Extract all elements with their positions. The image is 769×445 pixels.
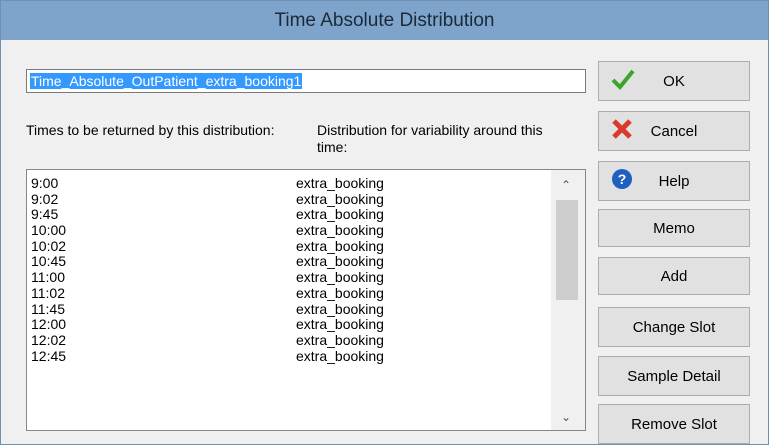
title-bar[interactable]: Time Absolute Distribution	[1, 1, 768, 40]
distribution-value: extra_booking	[296, 222, 384, 239]
distribution-value: extra_booking	[296, 253, 384, 270]
scroll-up-icon[interactable]: ⌃	[561, 178, 571, 192]
list-item[interactable]: 11:45 extra_booking	[31, 300, 384, 318]
list-item[interactable]: 9:00 extra_booking	[31, 176, 384, 192]
remove-slot-button[interactable]: Remove Slot	[598, 404, 750, 444]
help-button[interactable]: ? Help	[598, 161, 750, 201]
times-column-header: Times to be returned by this distributio…	[26, 122, 275, 138]
remove-slot-button-label: Remove Slot	[631, 415, 717, 433]
list-item[interactable]: 9:02 extra_booking	[31, 190, 384, 208]
ok-button-label: OK	[663, 72, 685, 90]
scroll-down-icon[interactable]: ⌄	[561, 410, 571, 424]
distribution-value: extra_booking	[296, 206, 384, 223]
list-item[interactable]: 12:45 extra_booking	[31, 347, 384, 365]
distribution-name-value: Time_Absolute_OutPatient_extra_booking1	[30, 73, 303, 89]
time-value: 12:00	[31, 316, 67, 333]
times-list[interactable]: 9:00 extra_booking 9:02 extra_booking 9:45 ex…	[26, 169, 586, 431]
distribution-value: extra_booking	[296, 237, 384, 254]
distribution-value: extra_booking	[296, 316, 384, 333]
cancel-button-label: Cancel	[650, 122, 698, 140]
list-item[interactable]: 10:00 extra_booking	[31, 223, 384, 239]
window-title: Time Absolute Distribution	[274, 9, 495, 31]
change-slot-button-label: Change Slot	[632, 318, 716, 336]
list-item[interactable]: 10:45 extra_booking	[31, 254, 384, 270]
svg-text:?: ?	[618, 171, 627, 187]
list-item[interactable]: 10:02 extra_booking	[31, 237, 384, 255]
change-slot-button[interactable]: Change Slot	[598, 307, 750, 347]
distribution-name-input[interactable]: Time_Absolute_OutPatient_extra_booking1	[26, 69, 586, 93]
help-button-label: Help	[658, 172, 690, 190]
list-scrollbar[interactable]: ⌃ ⌄	[551, 170, 585, 430]
time-value: 9:02	[31, 190, 59, 207]
list-item[interactable]: 11:00 extra_booking	[31, 270, 384, 286]
list-item[interactable]: 12:02 extra_booking	[31, 333, 384, 349]
add-button-label: Add	[660, 267, 688, 285]
distribution-value: extra_booking	[296, 300, 384, 317]
distribution-value: extra_booking	[296, 347, 384, 364]
question-icon: ?	[611, 168, 633, 194]
distribution-value: extra_booking	[296, 331, 384, 348]
time-value: 12:45	[31, 347, 67, 364]
time-value: 11:00	[31, 269, 65, 286]
sample-detail-button[interactable]: Sample Detail	[598, 356, 750, 396]
list-item[interactable]: 11:02 extra_booking	[31, 284, 384, 302]
add-button[interactable]: Add	[598, 257, 750, 295]
time-value: 11:45	[31, 300, 65, 317]
cancel-button[interactable]: Cancel	[598, 111, 750, 151]
ok-button[interactable]: OK	[598, 61, 750, 101]
memo-button[interactable]: Memo	[598, 209, 750, 247]
time-value: 9:45	[31, 206, 59, 223]
distribution-value: extra_booking	[296, 269, 384, 286]
list-item[interactable]: 12:00 extra_booking	[31, 317, 384, 333]
time-value: 10:00	[31, 222, 67, 239]
memo-button-label: Memo	[653, 219, 695, 237]
time-value: 9:00	[31, 175, 59, 191]
time-value: 10:45	[31, 253, 67, 270]
time-value: 10:02	[31, 237, 67, 254]
distribution-value: extra_booking	[296, 190, 384, 207]
time-value: 11:02	[31, 284, 65, 301]
distribution-column-header: Distribution for variability around this…	[317, 122, 543, 155]
times-list-rows: 9:00 extra_booking 9:02 extra_booking 9:45 ex…	[31, 176, 384, 364]
dialog-window: Time Absolute Distribution Time_Absolute…	[0, 0, 769, 445]
time-value: 12:02	[31, 331, 67, 348]
distribution-value: extra_booking	[296, 284, 384, 301]
cross-icon	[611, 118, 633, 144]
sample-detail-button-label: Sample Detail	[627, 367, 721, 385]
check-icon	[611, 68, 635, 94]
list-item[interactable]: 9:45 extra_booking	[31, 207, 384, 223]
scrollbar-thumb[interactable]	[556, 200, 578, 300]
distribution-value: extra_booking	[296, 175, 384, 191]
